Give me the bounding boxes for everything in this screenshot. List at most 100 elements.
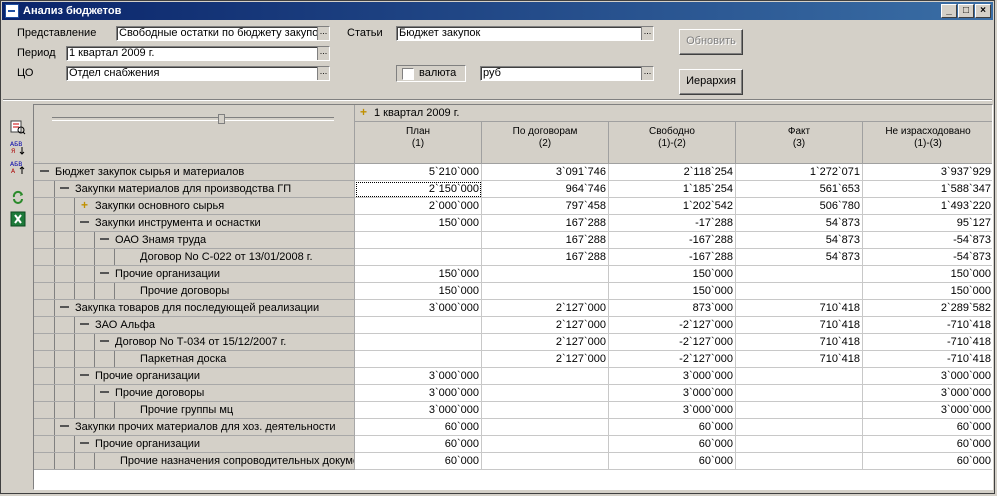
value-cell[interactable]: 150`000 <box>355 266 482 283</box>
collapse-icon[interactable] <box>80 218 89 227</box>
value-cell[interactable]: 3`000`000 <box>863 368 992 385</box>
collapse-icon[interactable] <box>80 320 89 329</box>
tree-slider[interactable] <box>52 114 334 124</box>
row-label-cell[interactable]: Прочие организации <box>34 368 355 385</box>
value-cell[interactable]: 3`000`000 <box>609 402 736 419</box>
value-cell[interactable]: 873`000 <box>609 300 736 317</box>
expand-icon[interactable]: + <box>80 199 89 211</box>
row-label-cell[interactable]: Паркетная доска <box>34 351 355 368</box>
value-cell[interactable]: 710`418 <box>736 334 863 351</box>
value-cell[interactable]: 60`000 <box>609 436 736 453</box>
collapse-icon[interactable] <box>60 422 69 431</box>
value-cell[interactable]: -54`873 <box>863 249 992 266</box>
row-label-cell[interactable]: ЗАО Альфа <box>34 317 355 334</box>
row-label-cell[interactable]: Договор No Т-034 от 15/12/2007 г. <box>34 334 355 351</box>
row-label-cell[interactable]: Прочие назначения сопроводительных докум… <box>34 453 355 470</box>
value-cell[interactable]: 1`185`254 <box>609 181 736 198</box>
sort-asc-icon[interactable]: АБВ Я <box>10 139 26 155</box>
hierarchy-button[interactable]: Иерархия <box>679 69 743 95</box>
currency-field[interactable]: руб ... <box>480 66 654 81</box>
column-header[interactable]: Свободно (1)-(2) <box>609 122 736 164</box>
value-cell[interactable] <box>736 436 863 453</box>
value-cell[interactable] <box>482 266 609 283</box>
value-cell[interactable] <box>355 334 482 351</box>
value-cell[interactable]: 150`000 <box>355 283 482 300</box>
row-label-cell[interactable]: Прочие договоры <box>34 385 355 402</box>
value-cell[interactable]: 60`000 <box>863 436 992 453</box>
value-cell[interactable]: -17`288 <box>609 215 736 232</box>
value-cell[interactable] <box>482 453 609 470</box>
table-row[interactable]: ЗАО Альфа 2`127`000 -2`127`000 710`418 -710`… <box>34 317 992 334</box>
value-cell[interactable] <box>482 385 609 402</box>
value-cell[interactable]: -710`418 <box>863 317 992 334</box>
collapse-icon[interactable] <box>60 184 69 193</box>
currency-checkbox[interactable] <box>402 68 414 80</box>
value-cell[interactable]: 95`127 <box>863 215 992 232</box>
value-cell[interactable] <box>736 266 863 283</box>
column-header[interactable]: План (1) <box>355 122 482 164</box>
excel-icon[interactable] <box>10 211 26 227</box>
value-cell[interactable]: 3`000`000 <box>863 385 992 402</box>
value-cell[interactable]: 167`288 <box>482 249 609 266</box>
collapse-icon[interactable] <box>100 337 109 346</box>
value-cell[interactable]: 167`288 <box>482 215 609 232</box>
collapse-icon[interactable] <box>60 303 69 312</box>
value-cell[interactable]: 2`289`582 <box>863 300 992 317</box>
value-cell[interactable]: 5`210`000 <box>355 164 482 181</box>
row-label-cell[interactable]: Прочие организации <box>34 436 355 453</box>
value-cell[interactable]: 60`000 <box>863 453 992 470</box>
value-cell[interactable]: 60`000 <box>355 419 482 436</box>
value-cell[interactable] <box>355 249 482 266</box>
value-cell[interactable]: 60`000 <box>609 453 736 470</box>
table-row[interactable]: Закупки инструмента и оснастки 150`000 167… <box>34 215 992 232</box>
value-cell[interactable]: 150`000 <box>863 283 992 300</box>
value-cell[interactable]: 60`000 <box>355 453 482 470</box>
value-cell[interactable]: 561`653 <box>736 181 863 198</box>
value-cell[interactable]: 150`000 <box>609 283 736 300</box>
value-cell[interactable] <box>736 453 863 470</box>
row-label-cell[interactable]: Прочие организации <box>34 266 355 283</box>
table-row[interactable]: Прочие организации 3`000`000 3`000`000 3`00… <box>34 368 992 385</box>
value-cell[interactable]: 54`873 <box>736 232 863 249</box>
table-row[interactable]: Прочие организации 150`000 150`000 150`000 <box>34 266 992 283</box>
value-cell[interactable]: -54`873 <box>863 232 992 249</box>
collapse-icon[interactable] <box>80 371 89 380</box>
table-row[interactable]: Паркетная доска 2`127`000 -2`127`000 710`41… <box>34 351 992 368</box>
value-cell[interactable] <box>736 368 863 385</box>
value-cell[interactable]: 1`493`220 <box>863 198 992 215</box>
value-cell[interactable]: 2`000`000 <box>355 198 482 215</box>
value-cell[interactable]: 54`873 <box>736 215 863 232</box>
query-icon[interactable] <box>10 119 26 135</box>
value-cell[interactable]: 3`000`000 <box>355 385 482 402</box>
collapse-icon[interactable] <box>80 439 89 448</box>
value-cell[interactable]: 150`000 <box>355 215 482 232</box>
value-cell[interactable] <box>482 419 609 436</box>
value-cell[interactable]: -2`127`000 <box>609 317 736 334</box>
value-cell[interactable]: 2`127`000 <box>482 300 609 317</box>
value-cell[interactable]: 2`150`000 <box>355 181 482 198</box>
sort-desc-icon[interactable]: АБВ А <box>10 159 26 175</box>
co-field[interactable]: Отдел снабжения ... <box>66 66 330 81</box>
value-cell[interactable]: 710`418 <box>736 317 863 334</box>
value-cell[interactable] <box>736 385 863 402</box>
period-field[interactable]: 1 квартал 2009 г. ... <box>66 46 330 61</box>
column-header[interactable]: По договорам (2) <box>482 122 609 164</box>
value-cell[interactable]: 3`000`000 <box>355 368 482 385</box>
minimize-button[interactable]: _ <box>941 4 957 18</box>
value-cell[interactable] <box>482 436 609 453</box>
value-cell[interactable] <box>355 351 482 368</box>
value-cell[interactable]: 1`202`542 <box>609 198 736 215</box>
row-label-cell[interactable]: Прочие группы мц <box>34 402 355 419</box>
value-cell[interactable]: 3`000`000 <box>609 385 736 402</box>
value-cell[interactable]: 54`873 <box>736 249 863 266</box>
value-cell[interactable]: 3`091`746 <box>482 164 609 181</box>
value-cell[interactable]: -2`127`000 <box>609 351 736 368</box>
value-cell[interactable]: 3`000`000 <box>355 402 482 419</box>
articles-field[interactable]: Бюджет закупок ... <box>396 26 654 41</box>
value-cell[interactable]: 964`746 <box>482 181 609 198</box>
collapse-icon[interactable] <box>100 235 109 244</box>
value-cell[interactable]: 710`418 <box>736 351 863 368</box>
row-label-cell[interactable]: Прочие договоры <box>34 283 355 300</box>
refresh-button[interactable]: Обновить <box>679 29 743 55</box>
value-cell[interactable]: 710`418 <box>736 300 863 317</box>
